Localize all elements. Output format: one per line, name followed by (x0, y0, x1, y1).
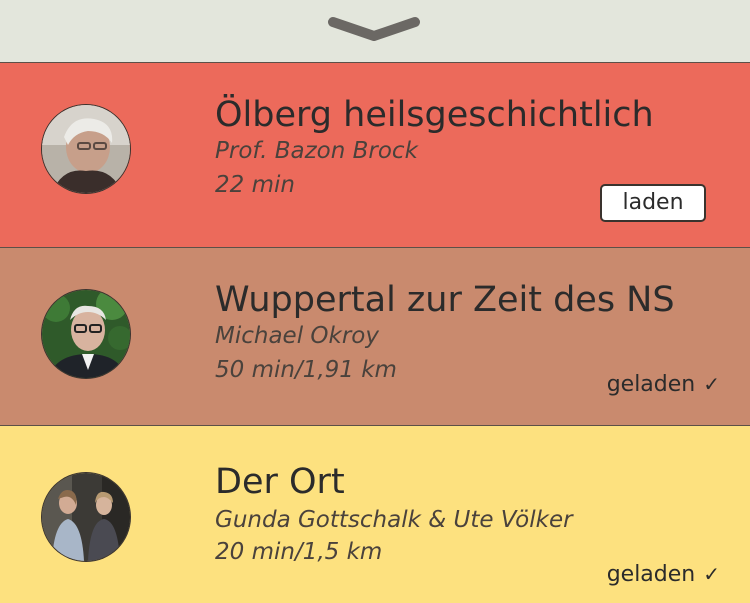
chevron-down-icon[interactable] (327, 14, 421, 44)
tour-title: Ölberg heilsgeschichtlich (215, 95, 654, 135)
load-button[interactable]: laden (600, 184, 706, 222)
avatar (42, 473, 130, 561)
loaded-status: geladen ✓ (607, 560, 720, 589)
tour-title: Der Ort (215, 462, 345, 502)
tour-author: Prof. Bazon Brock (215, 138, 418, 164)
tour-author: Michael Okroy (215, 323, 379, 349)
loaded-status: geladen ✓ (607, 370, 720, 399)
avatar (42, 105, 130, 193)
tour-distance: 20 min/1,5 km (215, 539, 383, 565)
tour-distance: 50 min/1,91 km (215, 357, 397, 383)
tour-card[interactable]: Wuppertal zur Zeit des NS Michael Okroy … (0, 247, 750, 426)
tour-title: Wuppertal zur Zeit des NS (215, 280, 675, 320)
checkmark-icon: ✓ (703, 372, 720, 396)
tour-duration: 22 min (215, 172, 295, 198)
loaded-label: geladen (606, 372, 696, 397)
tour-author: Gunda Gottschalk & Ute Völker (215, 507, 573, 533)
tour-card[interactable]: Ölberg heilsgeschichtlich Prof. Bazon Br… (0, 62, 750, 248)
tour-card[interactable]: Der Ort Gunda Gottschalk & Ute Völker 20… (0, 425, 750, 603)
checkmark-icon: ✓ (703, 562, 720, 586)
top-bar (0, 0, 750, 63)
loaded-label: geladen (606, 562, 696, 587)
avatar (42, 290, 130, 378)
